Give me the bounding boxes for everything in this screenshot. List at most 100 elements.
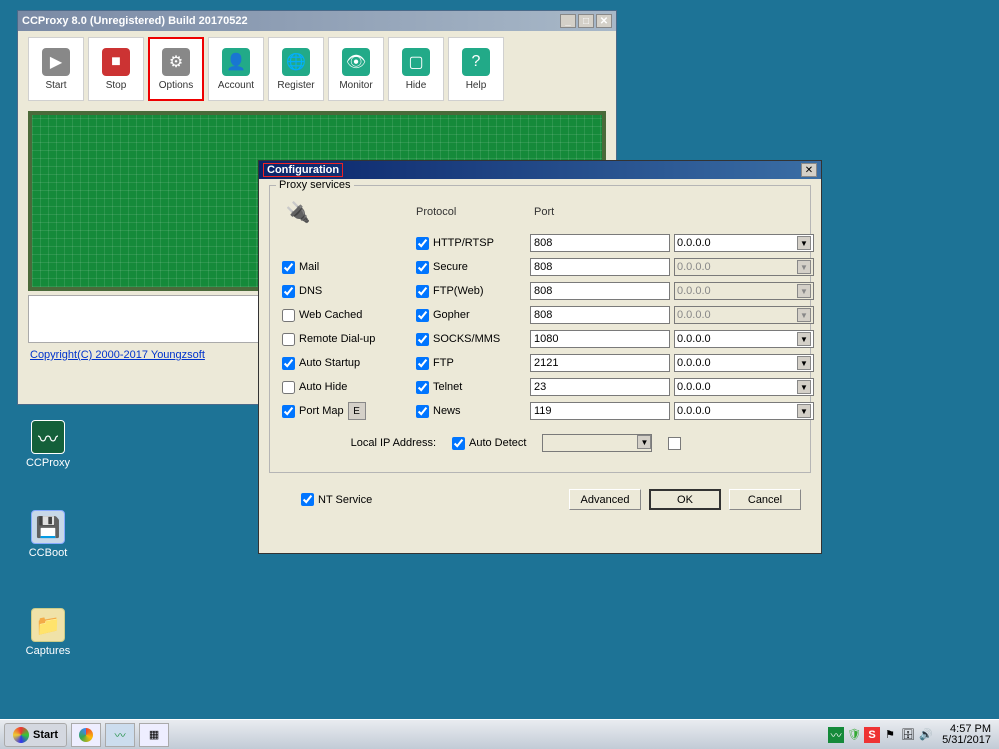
screen-icon: ▢ xyxy=(402,48,430,76)
news-ip[interactable]: 0.0.0.0▼ xyxy=(674,402,814,420)
ccboot-app-icon: 💾 xyxy=(31,510,65,544)
help-icon: ? xyxy=(462,48,490,76)
ftpweb-checkbox[interactable]: FTP(Web) xyxy=(416,285,526,298)
telnet-port[interactable] xyxy=(530,378,670,396)
toolbar-account[interactable]: 👤Account xyxy=(208,37,264,101)
main-titlebar[interactable]: CCProxy 8.0 (Unregistered) Build 2017052… xyxy=(18,11,616,31)
toolbar-help[interactable]: ?Help xyxy=(448,37,504,101)
cancel-button[interactable]: Cancel xyxy=(729,489,801,510)
globe-icon: 🌐 xyxy=(282,48,310,76)
start-button[interactable]: Start xyxy=(4,723,67,747)
portmap-edit-button[interactable]: E xyxy=(348,402,366,420)
local-ip-row: Local IP Address: Auto Detect ▼ xyxy=(322,434,774,452)
remotedialup-checkbox[interactable]: Remote Dial-up xyxy=(282,333,412,346)
socks-ip[interactable]: 0.0.0.0▼ xyxy=(674,330,814,348)
task-ccproxy[interactable]: 〰 xyxy=(105,723,135,747)
mail-checkbox[interactable]: Mail xyxy=(282,261,412,274)
config-titlebar[interactable]: Configuration ✕ xyxy=(259,161,821,179)
start-label: Start xyxy=(33,729,58,741)
clock-time: 4:57 PM xyxy=(942,724,991,735)
tray-speaker-icon[interactable]: 🔊 xyxy=(918,727,934,743)
chevron-down-icon: ▼ xyxy=(797,260,811,274)
chevron-down-icon[interactable]: ▼ xyxy=(797,380,811,394)
news-checkbox[interactable]: News xyxy=(416,405,526,418)
portmap-checkbox[interactable]: Port Map xyxy=(282,405,344,418)
nt-service-checkbox[interactable]: NT Service xyxy=(301,493,372,506)
toolbar-hide[interactable]: ▢ Hide xyxy=(388,37,444,101)
http-rtsp-port[interactable] xyxy=(530,234,670,252)
toolbar-stop-label: Stop xyxy=(106,80,127,91)
http-rtsp-ip[interactable]: 0.0.0.0▼ xyxy=(674,234,814,252)
toolbar-options[interactable]: ⚙Options xyxy=(148,37,204,101)
desktop-captures-icon[interactable]: 📁 Captures xyxy=(18,608,78,657)
gopher-ip: 0.0.0.0▼ xyxy=(674,306,814,324)
ftpweb-ip: 0.0.0.0▼ xyxy=(674,282,814,300)
autohide-checkbox[interactable]: Auto Hide xyxy=(282,381,412,394)
minimize-button[interactable]: _ xyxy=(560,14,576,28)
proxy-services-fieldset: Proxy services 🔌 Protocol Port HTTP/RTSP… xyxy=(269,185,811,473)
maximize-button[interactable]: □ xyxy=(578,14,594,28)
gopher-port[interactable] xyxy=(530,306,670,324)
proxy-icon: 🔌 xyxy=(282,196,314,228)
secure-checkbox[interactable]: Secure xyxy=(416,261,526,274)
tray-battery-icon[interactable]: 🗄 xyxy=(900,727,916,743)
tray-s-icon[interactable]: S xyxy=(864,727,880,743)
gopher-checkbox[interactable]: Gopher xyxy=(416,309,526,322)
local-ip-extra-checkbox[interactable] xyxy=(668,437,681,450)
chevron-down-icon[interactable]: ▼ xyxy=(797,356,811,370)
gear-icon: ⚙ xyxy=(162,48,190,76)
news-port[interactable] xyxy=(530,402,670,420)
tray-flag-icon[interactable]: ⚑ xyxy=(882,727,898,743)
desktop-ccproxy-icon[interactable]: 〰 CCProxy xyxy=(18,420,78,469)
task-chrome[interactable] xyxy=(71,723,101,747)
advanced-button[interactable]: Advanced xyxy=(569,489,641,510)
ftpweb-port[interactable] xyxy=(530,282,670,300)
chevron-down-icon: ▼ xyxy=(797,308,811,322)
auto-detect-checkbox[interactable]: Auto Detect xyxy=(452,437,526,450)
ftp-checkbox[interactable]: FTP xyxy=(416,357,526,370)
local-ip-select[interactable]: ▼ xyxy=(542,434,652,452)
toolbar-hide-label: Hide xyxy=(406,80,427,91)
config-close-button[interactable]: ✕ xyxy=(801,163,817,177)
telnet-checkbox[interactable]: Telnet xyxy=(416,381,526,394)
tray-ccproxy-icon[interactable]: 〰 xyxy=(828,727,844,743)
chrome-icon xyxy=(79,728,93,742)
proxy-services-grid: 🔌 Protocol Port HTTP/RTSP 0.0.0.0▼ Mail … xyxy=(282,196,798,420)
chevron-down-icon[interactable]: ▼ xyxy=(797,236,811,250)
port-header: Port xyxy=(530,206,670,218)
secure-port[interactable] xyxy=(530,258,670,276)
socks-port[interactable] xyxy=(530,330,670,348)
telnet-ip[interactable]: 0.0.0.0▼ xyxy=(674,378,814,396)
desktop-ccboot-icon[interactable]: 💾 CCBoot xyxy=(18,510,78,559)
taskbar-clock[interactable]: 4:57 PM 5/31/2017 xyxy=(942,724,991,746)
webcached-checkbox[interactable]: Web Cached xyxy=(282,309,412,322)
desktop-ccboot-label: CCBoot xyxy=(18,547,78,559)
config-title-text: Configuration xyxy=(263,163,343,177)
toolbar-monitor[interactable]: 👁Monitor xyxy=(328,37,384,101)
desktop-ccproxy-label: CCProxy xyxy=(18,457,78,469)
dialog-button-row: NT Service Advanced OK Cancel xyxy=(279,489,801,510)
play-icon: ▶ xyxy=(42,48,70,76)
socks-checkbox[interactable]: SOCKS/MMS xyxy=(416,333,526,346)
chevron-down-icon[interactable]: ▼ xyxy=(797,332,811,346)
local-ip-label: Local IP Address: xyxy=(322,437,436,449)
dns-checkbox[interactable]: DNS xyxy=(282,285,412,298)
task-explorer[interactable]: ▦ xyxy=(139,723,169,747)
ftp-ip[interactable]: 0.0.0.0▼ xyxy=(674,354,814,372)
toolbar-start-label: Start xyxy=(45,80,66,91)
ftp-port[interactable] xyxy=(530,354,670,372)
http-rtsp-checkbox[interactable]: HTTP/RTSP xyxy=(416,237,526,250)
close-button[interactable]: ✕ xyxy=(596,14,612,28)
ok-button[interactable]: OK xyxy=(649,489,721,510)
chevron-down-icon[interactable]: ▼ xyxy=(797,404,811,418)
toolbar-stop[interactable]: ■Stop xyxy=(88,37,144,101)
toolbar-start[interactable]: ▶ Start xyxy=(28,37,84,101)
secure-ip: 0.0.0.0▼ xyxy=(674,258,814,276)
tray-shield-icon[interactable]: 🛡 xyxy=(846,727,862,743)
toolbar-register[interactable]: 🌐Register xyxy=(268,37,324,101)
protocol-header: Protocol xyxy=(416,206,526,218)
autostartup-checkbox[interactable]: Auto Startup xyxy=(282,357,412,370)
ccproxy-app-icon: 〰 xyxy=(31,420,65,454)
folder-icon: 📁 xyxy=(31,608,65,642)
chevron-down-icon[interactable]: ▼ xyxy=(637,435,651,449)
